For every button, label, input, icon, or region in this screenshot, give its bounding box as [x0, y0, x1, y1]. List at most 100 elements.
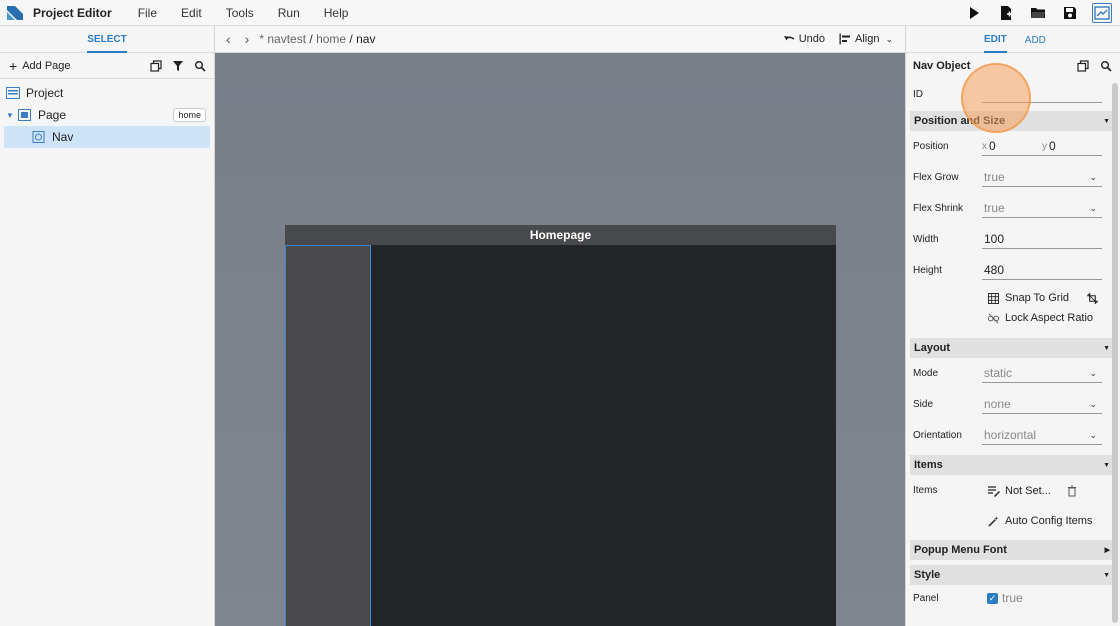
- lock-aspect-label: Lock Aspect Ratio: [1005, 312, 1094, 324]
- mode-value: static: [984, 366, 1013, 380]
- breadcrumb-home[interactable]: home: [316, 32, 346, 46]
- tab-edit[interactable]: EDIT: [984, 26, 1007, 53]
- width-row: Width 100: [906, 224, 1120, 255]
- menu-help[interactable]: Help: [324, 6, 349, 20]
- undo-icon: [783, 36, 795, 41]
- plus-icon: +: [9, 57, 18, 74]
- center-toolbar: ‹ › * navtest / home / nav Undo Align ⌄: [215, 26, 905, 53]
- menu-run[interactable]: Run: [278, 6, 300, 20]
- left-tabs: SELECT: [0, 26, 214, 53]
- side-select[interactable]: none ⌄: [982, 396, 1102, 414]
- tree-item-page[interactable]: ▼ Page home: [0, 104, 214, 126]
- position-row: Position x0 y0: [906, 131, 1120, 162]
- lock-aspect-row[interactable]: Lock Aspect Ratio: [906, 308, 1120, 328]
- breadcrumb-current: nav: [356, 32, 376, 46]
- copy-icon[interactable]: [149, 59, 162, 72]
- undo-label: Undo: [798, 33, 825, 45]
- tree-item-nav[interactable]: Nav: [4, 126, 210, 148]
- y-prefix: y: [1042, 140, 1047, 152]
- snap-to-grid-row[interactable]: Snap To Grid: [906, 288, 1120, 308]
- collapse-arrow-icon: ▼: [1103, 571, 1110, 579]
- add-page-button[interactable]: + Add Page: [9, 57, 71, 74]
- height-label: Height: [913, 265, 942, 276]
- id-label: ID: [913, 88, 923, 100]
- properties-scrollbar[interactable]: [1112, 83, 1118, 623]
- items-label: Items: [913, 485, 938, 496]
- menu-tools[interactable]: Tools: [226, 6, 254, 20]
- section-popup-menu-font[interactable]: Popup Menu Font ▶: [910, 540, 1116, 560]
- play-icon[interactable]: [964, 3, 984, 23]
- homepage-frame[interactable]: Homepage: [285, 225, 836, 626]
- width-label: Width: [913, 234, 939, 245]
- position-label: Position: [913, 141, 949, 152]
- save-icon[interactable]: [1060, 3, 1080, 23]
- align-label: Align: [854, 33, 880, 45]
- undo-button[interactable]: Undo: [783, 33, 825, 45]
- menu-edit[interactable]: Edit: [181, 6, 202, 20]
- search-icon[interactable]: [1099, 60, 1112, 73]
- items-value: Not Set...: [1005, 484, 1051, 497]
- search-icon[interactable]: [193, 59, 206, 72]
- orientation-label: Orientation: [913, 430, 962, 441]
- right-tabs: EDIT ADD: [906, 26, 1120, 53]
- breadcrumb-project[interactable]: * navtest: [259, 32, 306, 46]
- tree-nav-label: Nav: [52, 130, 74, 144]
- tree-project-label: Project: [26, 86, 64, 100]
- panel-label: Panel: [913, 592, 939, 604]
- crop-icon[interactable]: [1086, 292, 1099, 305]
- trash-icon[interactable]: [1066, 484, 1079, 497]
- collapse-arrow-icon: ▼: [1103, 344, 1110, 352]
- mode-select[interactable]: static ⌄: [982, 365, 1102, 383]
- tab-add[interactable]: ADD: [1025, 27, 1046, 52]
- chevron-down-icon: ⌄: [1089, 202, 1097, 213]
- side-row: Side none ⌄: [906, 389, 1120, 420]
- open-folder-icon[interactable]: [1028, 3, 1048, 23]
- menu-bar: Project Editor File Edit Tools Run Help: [0, 0, 1120, 26]
- expand-triangle-icon[interactable]: ▼: [6, 111, 16, 120]
- app-logo-icon: [7, 5, 23, 20]
- collapse-arrow-icon: ▼: [1103, 461, 1110, 469]
- preview-icon[interactable]: [1092, 3, 1112, 23]
- panel-checkbox[interactable]: ✓ true: [987, 591, 1023, 605]
- chevron-down-icon: ⌄: [1089, 367, 1097, 378]
- section-style[interactable]: Style ▼: [910, 565, 1116, 585]
- section-position-size[interactable]: Position and Size ▼: [910, 111, 1116, 131]
- section-items[interactable]: Items ▼: [910, 455, 1116, 475]
- position-x-field[interactable]: x0: [982, 138, 1042, 156]
- tab-select[interactable]: SELECT: [87, 26, 127, 53]
- top-toolbar: [964, 3, 1112, 23]
- canvas-area[interactable]: Homepage: [215, 53, 905, 626]
- orientation-select[interactable]: horizontal ⌄: [982, 427, 1102, 445]
- position-y-field[interactable]: y0: [1042, 138, 1102, 156]
- id-field[interactable]: [982, 85, 1102, 103]
- filter-icon[interactable]: [171, 59, 184, 72]
- items-value-button[interactable]: Not Set...: [987, 484, 1079, 497]
- tree-item-project[interactable]: Project: [0, 82, 214, 104]
- copy-icon[interactable]: [1076, 60, 1089, 73]
- snap-to-grid-label: Snap To Grid: [1005, 292, 1070, 304]
- new-file-icon[interactable]: [996, 3, 1016, 23]
- right-panel: EDIT ADD Nav Object ID Position and Size…: [905, 26, 1120, 626]
- checkmark-icon: ✓: [987, 592, 998, 604]
- auto-config-items-row[interactable]: Auto Config Items: [906, 506, 1120, 536]
- align-button[interactable]: Align ⌄: [839, 33, 893, 45]
- section-layout[interactable]: Layout ▼: [910, 338, 1116, 358]
- forward-arrow-icon[interactable]: ›: [245, 31, 250, 47]
- height-row: Height 480: [906, 255, 1120, 286]
- height-field[interactable]: 480: [982, 262, 1102, 280]
- nav-element[interactable]: [285, 245, 371, 626]
- flex-grow-select[interactable]: true ⌄: [982, 169, 1102, 187]
- width-field[interactable]: 100: [982, 231, 1102, 249]
- properties-header: Nav Object: [906, 53, 1120, 79]
- chevron-down-icon: ⌄: [1089, 429, 1097, 440]
- back-arrow-icon[interactable]: ‹: [226, 31, 231, 47]
- properties-title: Nav Object: [913, 60, 971, 72]
- edit-list-icon: [987, 484, 1000, 497]
- left-panel: SELECT + Add Page Project ▼ Page home Na…: [0, 26, 215, 626]
- menu-file[interactable]: File: [138, 6, 157, 20]
- panel-row: Panel ✓ true: [906, 585, 1120, 611]
- flex-shrink-select[interactable]: true ⌄: [982, 200, 1102, 218]
- y-value: 0: [1049, 139, 1056, 153]
- x-value: 0: [989, 139, 996, 153]
- mode-row: Mode static ⌄: [906, 358, 1120, 389]
